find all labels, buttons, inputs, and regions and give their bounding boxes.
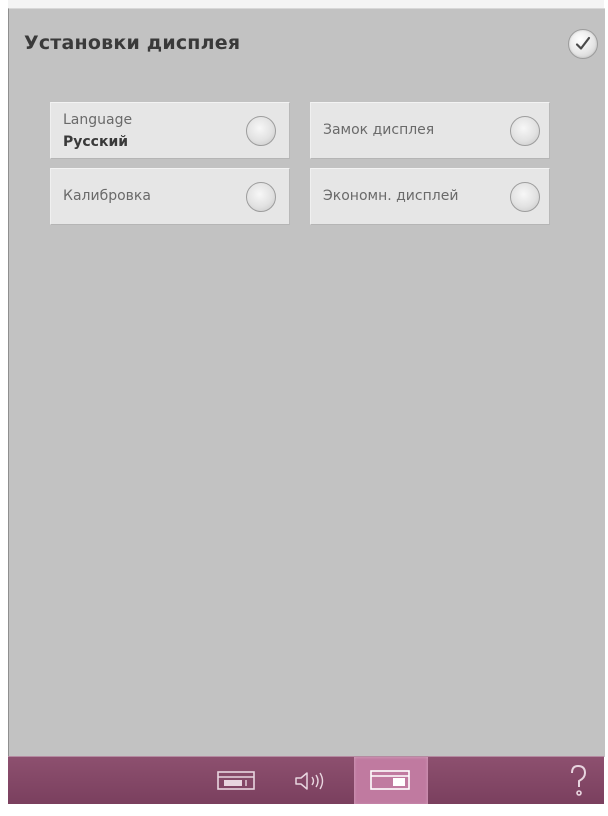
sound-settings-button[interactable] xyxy=(288,757,330,805)
language-radio[interactable] xyxy=(246,116,276,146)
page-title: Установки дисплея xyxy=(24,32,241,54)
display-settings-icon xyxy=(370,770,410,790)
bottom-toolbar xyxy=(8,756,604,805)
display-lock-label: Замок дисплея xyxy=(323,122,435,138)
eco-display-label: Экономн. дисплей xyxy=(323,188,459,204)
eco-display-setting[interactable]: Экономн. дисплей xyxy=(310,168,550,225)
checkmark-icon xyxy=(575,36,591,50)
sewing-machine-settings-icon xyxy=(217,771,255,790)
language-value: Русский xyxy=(63,134,129,150)
eco-display-radio[interactable] xyxy=(510,182,540,212)
display-lock-setting[interactable]: Замок дисплея xyxy=(310,102,550,159)
display-lock-radio[interactable] xyxy=(510,116,540,146)
display-settings-button[interactable] xyxy=(354,757,428,805)
top-edge xyxy=(8,0,604,8)
bottom-edge xyxy=(0,804,608,816)
language-setting[interactable]: Language Русский xyxy=(50,102,290,159)
device-frame: Установки дисплея Language Русский Замок… xyxy=(0,0,608,816)
calibration-label: Калибровка xyxy=(63,188,151,204)
calibration-radio[interactable] xyxy=(246,182,276,212)
machine-settings-button[interactable] xyxy=(211,757,261,805)
sound-settings-icon xyxy=(295,772,324,790)
confirm-button[interactable] xyxy=(568,29,598,59)
help-button[interactable] xyxy=(560,757,596,805)
language-label: Language xyxy=(63,112,133,128)
calibration-setting[interactable]: Калибровка xyxy=(50,168,290,225)
help-icon xyxy=(571,764,587,796)
